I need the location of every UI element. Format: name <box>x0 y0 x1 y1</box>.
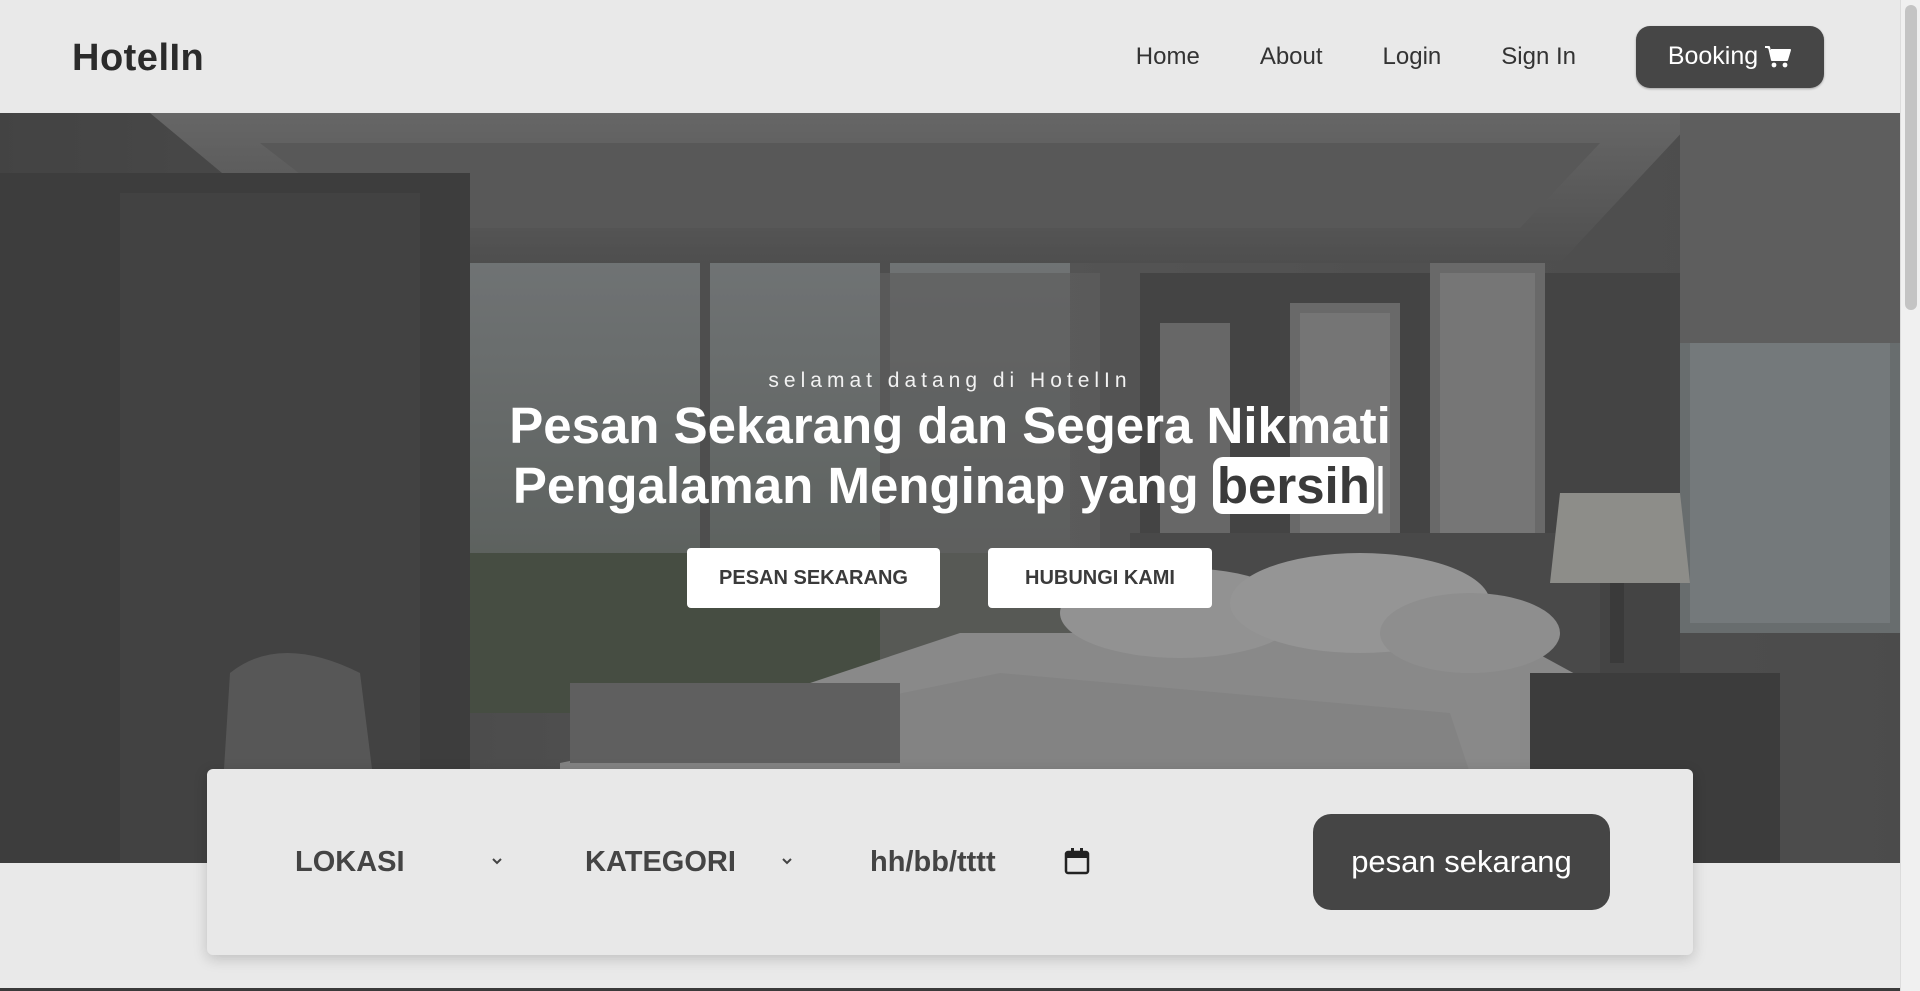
cart-icon <box>1764 45 1792 69</box>
pesan-sekarang-button[interactable]: PESAN SEKARANG <box>687 548 940 608</box>
category-select[interactable]: KATEGORI <box>585 841 795 883</box>
booking-button[interactable]: Booking <box>1636 25 1824 88</box>
headline-line-1: Pesan Sekarang dan Segera Nikmati <box>509 397 1391 454</box>
chevron-down-icon <box>782 858 792 865</box>
scrollbar-thumb[interactable] <box>1905 5 1917 310</box>
typed-word: bersih <box>1212 457 1374 514</box>
submit-booking-button[interactable]: pesan sekarang <box>1313 814 1610 910</box>
page-scrollbar[interactable] <box>1900 0 1920 991</box>
typing-caret: | <box>1373 457 1388 514</box>
booking-search-bar: LOKASI KATEGORI hh/bb/tttt pesan sekaran… <box>207 769 1693 955</box>
nav-home-link[interactable]: Home <box>1136 43 1200 71</box>
hero-headline: Pesan Sekarang dan Segera Nikmati Pengal… <box>0 396 1900 516</box>
headline-line-2: Pengalaman Menginap yang <box>512 457 1199 514</box>
date-input[interactable]: hh/bb/tttt <box>870 841 1090 883</box>
location-select[interactable]: LOKASI <box>295 841 505 883</box>
booking-label: Booking <box>1667 42 1759 70</box>
hero-welcome-text: selamat datang di HotelIn <box>768 369 1132 392</box>
location-label: LOKASI <box>295 845 405 878</box>
hero-section: selamat datang di HotelIn Pesan Sekarang… <box>0 113 1900 863</box>
navbar: HotelIn Home About Login Sign In Booking <box>0 0 1900 113</box>
nav-login-link[interactable]: Login <box>1383 43 1442 71</box>
nav-links: Home About Login Sign In Booking <box>1136 0 1900 113</box>
category-label: KATEGORI <box>585 845 736 878</box>
site-logo[interactable]: HotelIn <box>72 37 204 80</box>
chevron-down-icon <box>492 858 502 865</box>
calendar-icon[interactable] <box>1064 847 1090 875</box>
date-placeholder: hh/bb/tttt <box>870 845 996 878</box>
hubungi-kami-button[interactable]: HUBUNGI KAMI <box>988 548 1212 608</box>
nav-signin-link[interactable]: Sign In <box>1501 43 1576 71</box>
nav-about-link[interactable]: About <box>1260 43 1323 71</box>
